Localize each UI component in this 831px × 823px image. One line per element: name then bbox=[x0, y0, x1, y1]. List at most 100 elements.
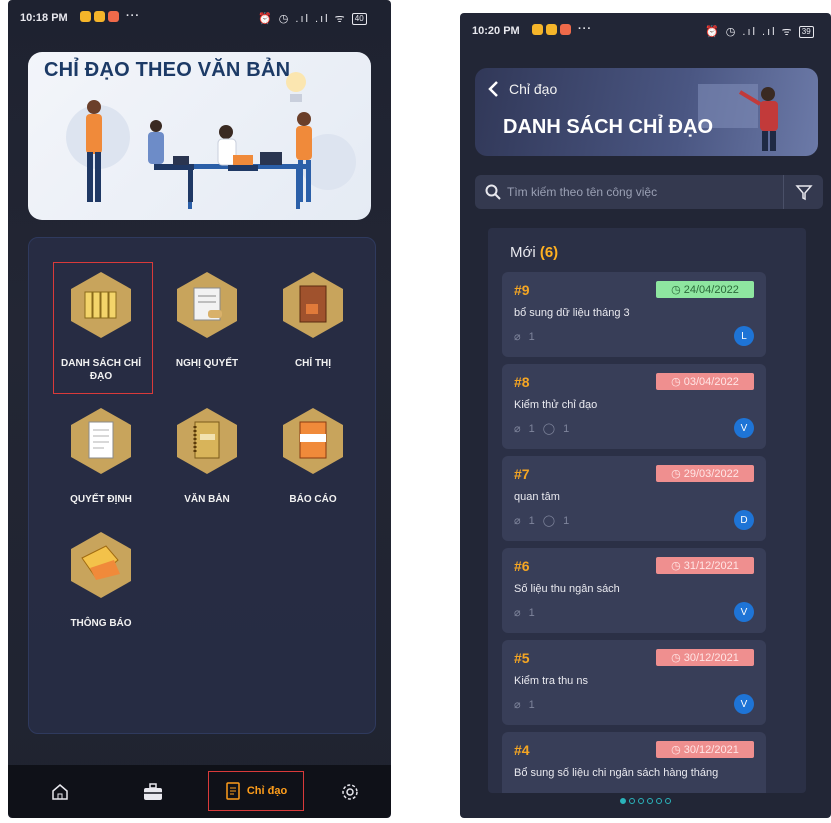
avatar: L bbox=[734, 326, 754, 346]
screen-directive-list: 10:20 PM ··· ⏰ ◷ .ıl .ıl ᯤ 39 Chỉ đạo DA… bbox=[460, 13, 831, 818]
attachment-count: 1 bbox=[528, 514, 535, 527]
clock-icon: ◷ bbox=[671, 560, 681, 572]
screen-directives-menu: 10:18 PM ··· ⏰ ◷ .ıl .ıl ᯤ 40 CHỈ ĐẠO TH… bbox=[8, 0, 391, 818]
nav-work[interactable] bbox=[133, 765, 173, 818]
attachment-count: 1 bbox=[528, 422, 535, 435]
bottom-nav: Chỉ đạo bbox=[8, 765, 391, 818]
menu-item-label: VĂN BẢN bbox=[184, 494, 230, 505]
page-dot[interactable] bbox=[638, 798, 644, 804]
avatar: V bbox=[734, 418, 754, 438]
book-icon bbox=[283, 272, 343, 338]
task-card[interactable]: #7 ◷ 29/03/2022 quan tâm ⌀ 1 ◯ 1 D bbox=[502, 456, 766, 541]
task-due-date: ◷ 30/12/2021 bbox=[656, 741, 754, 758]
notebook-icon bbox=[177, 408, 237, 474]
document-icon bbox=[71, 408, 131, 474]
banner: CHỈ ĐẠO THEO VĂN BẢN bbox=[28, 52, 371, 220]
comment-icon: ◯ bbox=[542, 515, 556, 527]
notification-icon bbox=[108, 11, 119, 22]
task-title: Số liệu thu ngân sách bbox=[514, 583, 620, 595]
comment-count: 1 bbox=[563, 514, 570, 527]
nav-settings[interactable] bbox=[330, 765, 370, 818]
section-count: (6) bbox=[539, 244, 559, 261]
status-bar: 10:20 PM ··· ⏰ ◷ .ıl .ıl ᯤ 39 bbox=[460, 13, 831, 49]
task-card[interactable]: #4 ◷ 30/12/2021 Bổ sung số liệu chi ngân … bbox=[502, 732, 766, 793]
page-dot[interactable] bbox=[620, 798, 626, 804]
task-number: #9 bbox=[514, 282, 530, 298]
notification-icon bbox=[80, 11, 91, 22]
meeting-illustration bbox=[66, 72, 356, 209]
page-dot[interactable] bbox=[647, 798, 653, 804]
page-title: DANH SÁCH CHỈ ĐẠO bbox=[503, 116, 713, 138]
task-card[interactable]: #5 ◷ 30/12/2021 Kiểm tra thu ns ⌀ 1 V bbox=[502, 640, 766, 725]
avatar: D bbox=[734, 510, 754, 530]
task-number: #7 bbox=[514, 466, 530, 482]
menu-item-label: CHỈ THỊ bbox=[294, 358, 332, 369]
filter-button[interactable] bbox=[783, 175, 823, 209]
menu-item-nghi-quyet[interactable]: NGHỊ QUYẾT bbox=[157, 270, 257, 370]
menu-item-quyet-dinh[interactable]: QUYẾT ĐỊNH bbox=[51, 406, 151, 506]
clock-icon: ◷ bbox=[671, 652, 681, 664]
notification-icon bbox=[532, 24, 543, 35]
section-title: Mới bbox=[510, 244, 536, 261]
task-meta: ⌀ 1 bbox=[514, 606, 535, 620]
nav-home[interactable] bbox=[40, 765, 80, 818]
task-number: #5 bbox=[514, 650, 530, 666]
task-due-date: ◷ 31/12/2021 bbox=[656, 557, 754, 574]
task-due-date: ◷ 03/04/2022 bbox=[656, 373, 754, 390]
comment-count: 1 bbox=[563, 422, 570, 435]
task-card[interactable]: #9 ◷ 24/04/2022 bổ sung dữ liệu tháng 3 ⌀… bbox=[502, 272, 766, 357]
menu-item-van-ban[interactable]: VĂN BẢN bbox=[157, 406, 257, 506]
attachment-icon: ⌀ bbox=[514, 423, 521, 435]
folders-icon bbox=[71, 272, 131, 338]
report-icon bbox=[283, 408, 343, 474]
menu-item-label: THÔNG BÁO bbox=[70, 618, 132, 629]
task-meta: ⌀ 1 bbox=[514, 698, 535, 712]
menu-item-bao-cao[interactable]: BÁO CÁO bbox=[263, 406, 363, 506]
task-list: Mới (6) #9 ◷ 24/04/2022 bổ sung dữ liệu t… bbox=[488, 228, 806, 793]
nav-chi-dao[interactable]: Chỉ đạo bbox=[208, 771, 304, 811]
task-due-date: ◷ 29/03/2022 bbox=[656, 465, 754, 482]
task-card[interactable]: #8 ◷ 03/04/2022 Kiểm thử chỉ đạo ⌀ 1 ◯ 1 V bbox=[502, 364, 766, 449]
task-card[interactable]: #6 ◷ 31/12/2021 Số liệu thu ngân sách ⌀ 1 … bbox=[502, 548, 766, 633]
status-time: 10:18 PM bbox=[20, 12, 68, 24]
page-dot[interactable] bbox=[629, 798, 635, 804]
notification-icon bbox=[560, 24, 571, 35]
comment-icon: ◯ bbox=[542, 423, 556, 435]
menu-item-thong-bao[interactable]: THÔNG BÁO bbox=[51, 530, 151, 630]
section-header: Mới (6) bbox=[510, 244, 558, 261]
page-dot[interactable] bbox=[656, 798, 662, 804]
search-bar: Tìm kiếm theo tên công việc bbox=[475, 175, 823, 209]
task-title: bổ sung dữ liệu tháng 3 bbox=[514, 307, 630, 319]
document-list-icon bbox=[226, 782, 240, 800]
status-bar: 10:18 PM ··· ⏰ ◷ .ıl .ıl ᯤ 40 bbox=[8, 0, 391, 36]
battery-icon: 40 bbox=[351, 13, 367, 26]
home-icon bbox=[52, 783, 68, 800]
clock-icon: ◷ bbox=[671, 284, 681, 296]
more-notifications-icon: ··· bbox=[578, 23, 592, 35]
menu-item-danh-sach-chi-dao[interactable]: DANH SÁCH CHỈ ĐẠO bbox=[51, 262, 153, 394]
clock-icon: ◷ bbox=[671, 376, 681, 388]
menu-item-label: NGHỊ QUYẾT bbox=[175, 358, 239, 369]
presenter-illustration bbox=[698, 84, 778, 151]
list-header: Chỉ đạo DANH SÁCH CHỈ ĐẠO bbox=[475, 68, 818, 156]
attachment-count: 1 bbox=[528, 330, 535, 343]
menu-item-chi-thi[interactable]: CHỈ THỊ bbox=[263, 270, 363, 370]
task-title: Kiểm thử chỉ đạo bbox=[514, 399, 598, 411]
task-title: Bổ sung số liệu chi ngân sách hàng tháng bbox=[514, 767, 719, 779]
attachment-icon: ⌀ bbox=[514, 331, 521, 343]
nav-active-label: Chỉ đạo bbox=[246, 785, 288, 797]
task-meta: ⌀ 1 ◯ 1 bbox=[514, 422, 570, 436]
megaphone-icon bbox=[71, 532, 131, 598]
more-notifications-icon: ··· bbox=[126, 10, 140, 22]
notification-icons bbox=[532, 24, 571, 35]
page-indicator bbox=[460, 798, 831, 804]
page-dot[interactable] bbox=[665, 798, 671, 804]
back-label: Chỉ đạo bbox=[509, 81, 558, 97]
back-button[interactable]: Chỉ đạo bbox=[487, 80, 557, 98]
task-title: quan tâm bbox=[514, 491, 560, 503]
clock-icon: ◷ bbox=[671, 744, 681, 756]
search-input[interactable]: Tìm kiếm theo tên công việc bbox=[507, 185, 783, 199]
filter-icon bbox=[794, 185, 813, 201]
task-due-date: ◷ 30/12/2021 bbox=[656, 649, 754, 666]
system-icons: ⏰ ◷ .ıl .ıl ᯤ 39 bbox=[705, 24, 814, 39]
